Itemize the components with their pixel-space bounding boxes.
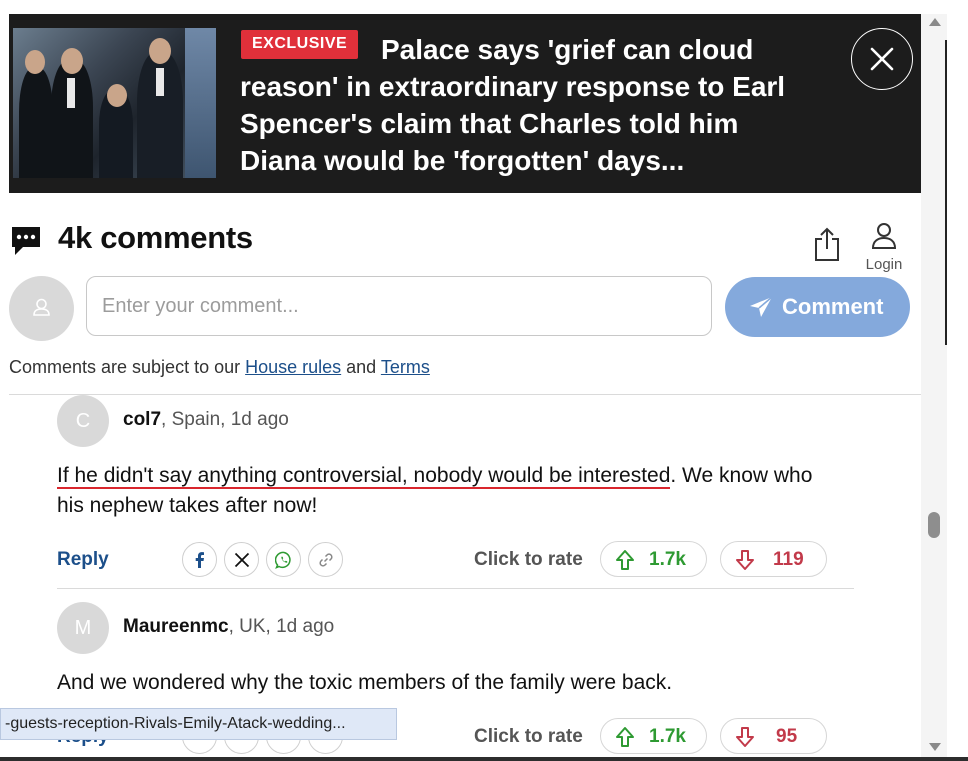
click-to-rate-label: Click to rate xyxy=(474,726,583,747)
upvote-button[interactable]: 1.7k xyxy=(600,718,707,754)
whatsapp-share-button[interactable] xyxy=(266,542,301,577)
divider xyxy=(9,394,921,395)
highlighted-text: If he didn't say anything controversial,… xyxy=(57,464,671,489)
scrollbar-thumb[interactable] xyxy=(928,512,940,538)
login-button[interactable]: Login xyxy=(862,222,906,273)
downvote-count: 119 xyxy=(773,549,804,570)
comment-username[interactable]: Maureenmc xyxy=(123,616,229,637)
comment-text: If he didn't say anything controversial,… xyxy=(57,461,837,521)
downvote-button[interactable]: 119 xyxy=(720,541,827,577)
article-comments-page: Palace says 'grief can cloud reason' in … xyxy=(0,14,921,761)
share-button[interactable] xyxy=(812,226,842,267)
comment-divider xyxy=(57,588,854,589)
comment-meta: col7, Spain, 1d ago xyxy=(123,409,289,431)
window-top-edge xyxy=(0,0,968,15)
house-rules-link[interactable]: House rules xyxy=(245,357,341,377)
commenter-avatar[interactable]: M xyxy=(57,602,109,654)
background-page-edge xyxy=(947,14,968,761)
rules-prefix: Comments are subject to our xyxy=(9,357,246,377)
bottom-edge xyxy=(0,757,968,761)
comment-username[interactable]: col7 xyxy=(123,409,161,430)
article-thumbnail[interactable] xyxy=(13,28,216,178)
comment-text: And we wondered why the toxic members of… xyxy=(57,671,673,694)
article-banner[interactable]: Palace says 'grief can cloud reason' in … xyxy=(9,14,921,193)
comment-input[interactable] xyxy=(87,277,682,335)
comment-meta: Maureenmc, UK, 1d ago xyxy=(123,616,334,638)
arrow-down-icon xyxy=(736,727,754,747)
comment-location-time: , Spain, 1d ago xyxy=(161,409,289,430)
close-button[interactable] xyxy=(851,28,913,90)
comment-input-box[interactable] xyxy=(86,276,712,336)
commenter-avatar[interactable]: C xyxy=(57,395,109,447)
upvote-count: 1.7k xyxy=(649,549,686,570)
arrow-up-icon xyxy=(616,727,634,747)
downvote-button[interactable]: 95 xyxy=(720,718,827,754)
upvote-button[interactable]: 1.7k xyxy=(600,541,707,577)
terms-link[interactable]: Terms xyxy=(381,357,430,377)
comments-count-title: 4k comments xyxy=(58,220,253,255)
arrow-down-icon xyxy=(736,550,754,570)
click-to-rate-label: Click to rate xyxy=(474,549,583,570)
current-user-avatar xyxy=(9,276,74,341)
x-icon xyxy=(234,552,249,568)
scroll-up-arrow-icon[interactable] xyxy=(929,18,941,26)
downvote-count: 95 xyxy=(776,726,798,747)
facebook-share-button[interactable] xyxy=(182,542,217,577)
exclusive-badge: EXCLUSIVE xyxy=(241,30,359,59)
submit-comment-button[interactable]: Comment xyxy=(725,277,910,337)
whatsapp-icon xyxy=(274,551,291,569)
vertical-scrollbar[interactable] xyxy=(921,14,947,761)
user-icon xyxy=(871,223,897,249)
comment-location-time: , UK, 1d ago xyxy=(228,616,335,637)
scroll-down-arrow-icon[interactable] xyxy=(929,743,941,751)
close-icon xyxy=(870,47,894,71)
avatar-placeholder-icon xyxy=(33,298,50,316)
status-bar-url: -guests-reception-Rivals-Emily-Atack-wed… xyxy=(0,708,397,740)
facebook-icon xyxy=(195,552,204,568)
share-icon xyxy=(815,227,839,261)
x-share-button[interactable] xyxy=(224,542,259,577)
comment-rules-notice: Comments are subject to our House rules … xyxy=(9,357,430,378)
link-icon xyxy=(318,553,333,567)
send-icon xyxy=(750,296,773,317)
reply-button[interactable]: Reply xyxy=(57,549,109,571)
arrow-up-icon xyxy=(616,550,634,570)
rules-and: and xyxy=(341,357,381,377)
comment-bubble-icon xyxy=(12,227,40,255)
upvote-count: 1.7k xyxy=(649,726,686,747)
copy-link-button[interactable] xyxy=(308,542,343,577)
login-label: Login xyxy=(865,256,903,273)
background-page-divider xyxy=(945,40,947,345)
submit-comment-label: Comment xyxy=(782,294,884,319)
